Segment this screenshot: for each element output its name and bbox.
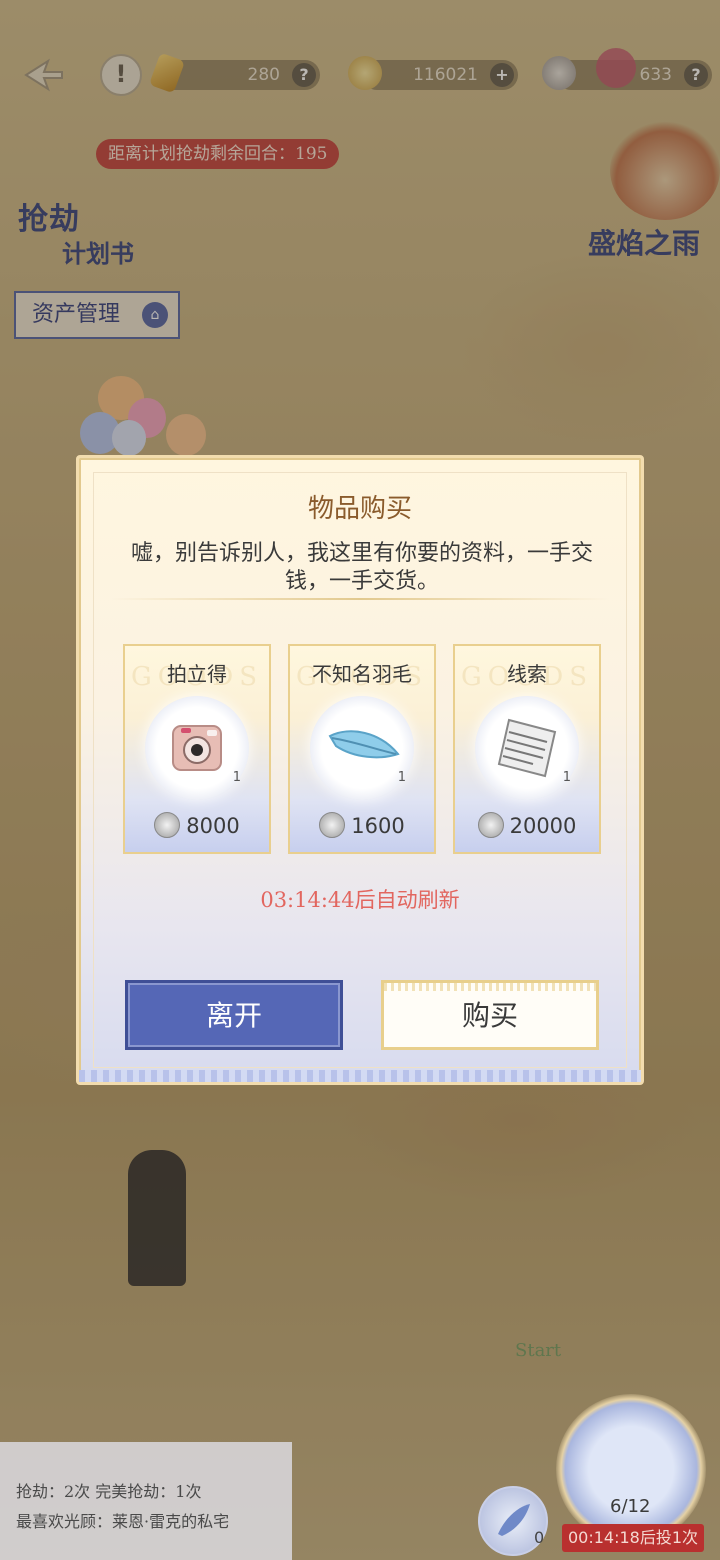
silver-coin-icon <box>319 812 346 838</box>
shop-item-card[interactable]: GOODS 不知名羽毛 1 1600 <box>288 644 436 854</box>
item-price: 20000 <box>455 812 599 838</box>
dice-timer: 00:14:18后投1次 <box>562 1524 705 1552</box>
dice-count: 6/12 <box>610 1496 651 1517</box>
favorite-visit: 最喜欢光顾：莱恩·雷克的私宅 <box>16 1512 230 1531</box>
feather-count: 0 <box>534 1528 545 1547</box>
shop-item-card[interactable]: GOODS 线索 1 20000 <box>453 644 601 854</box>
item-quantity: 1 <box>232 770 241 785</box>
item-quantity: 1 <box>562 770 571 785</box>
dialog-title: 物品购买 <box>307 494 412 524</box>
dialog-bottom-trim <box>79 1070 641 1082</box>
item-name: 线索 <box>507 662 547 686</box>
item-name: 拍立得 <box>167 662 227 686</box>
item-name: 不知名羽毛 <box>312 662 412 686</box>
buy-button[interactable]: 购买 <box>381 980 599 1050</box>
silver-coin-icon <box>477 812 504 838</box>
robbery-stats: 抢劫：2次 完美抢劫：1次 <box>16 1482 202 1501</box>
divider <box>111 598 609 600</box>
dice-roll-button[interactable] <box>556 1394 706 1544</box>
item-price: 8000 <box>125 812 269 838</box>
shop-item-card[interactable]: GOODS 拍立得 1 8000 <box>123 644 271 854</box>
purchase-dialog: 物品购买 嘘，别告诉别人，我这里有你要的资料，一手交钱，一手交货。 GOODS … <box>76 455 644 1085</box>
item-price-value: 8000 <box>186 814 240 838</box>
item-price: 1600 <box>290 812 434 838</box>
dialog-description: 嘘，别告诉别人，我这里有你要的资料，一手交钱，一手交货。 <box>130 541 593 594</box>
item-quantity: 1 <box>397 770 406 785</box>
silver-coin-icon <box>154 812 181 838</box>
item-price-value: 1600 <box>351 814 405 838</box>
buy-button-label: 购买 <box>461 999 518 1032</box>
item-price-value: 20000 <box>509 814 577 838</box>
leave-button[interactable]: 离开 <box>125 980 343 1050</box>
auto-refresh-timer: 03:14:44后自动刷新 <box>260 888 460 912</box>
